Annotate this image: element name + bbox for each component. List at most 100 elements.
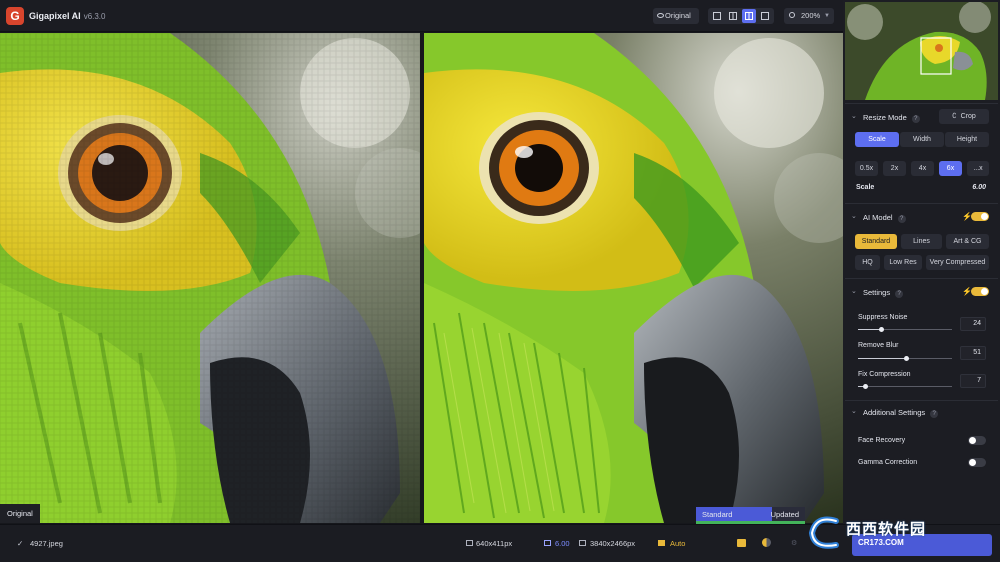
image-size-icon bbox=[466, 540, 473, 546]
zoom-icon bbox=[789, 12, 795, 18]
split-view-button[interactable] bbox=[726, 9, 740, 23]
fix-compression-slider[interactable] bbox=[858, 384, 952, 389]
model-very-compressed-button[interactable]: Very Compressed bbox=[926, 255, 989, 270]
grid-view-button[interactable] bbox=[758, 9, 772, 23]
additional-settings-header[interactable]: ⌄ Additional Settings? bbox=[851, 408, 939, 418]
auto-mode-button[interactable]: Auto bbox=[658, 539, 685, 548]
model-low-res-button[interactable]: Low Res bbox=[884, 255, 922, 270]
show-original-button[interactable]: Original bbox=[653, 8, 699, 24]
suppress-noise-input[interactable]: 24 bbox=[960, 317, 986, 331]
app-logo-icon: G bbox=[6, 7, 24, 25]
original-image-pane[interactable]: Original bbox=[0, 33, 420, 523]
help-icon[interactable]: ? bbox=[930, 410, 939, 418]
ai-model-title: AI Model bbox=[863, 213, 893, 222]
settings-title: Settings bbox=[863, 288, 891, 297]
scale-indicator: 6.00 bbox=[544, 539, 570, 548]
crop-button-label: Crop bbox=[960, 113, 976, 120]
navigator-thumbnail[interactable] bbox=[845, 2, 998, 100]
settings-toggle[interactable] bbox=[971, 287, 989, 296]
fix-compression-input[interactable]: 7 bbox=[960, 374, 986, 388]
checkmark-icon[interactable]: ✓ bbox=[17, 539, 23, 548]
file-name[interactable]: 4927.jpeg bbox=[30, 539, 63, 548]
processing-status-bar: Standard Updated bbox=[696, 507, 805, 524]
output-size-value: 3840x2466px bbox=[590, 539, 636, 548]
grid-view-icon bbox=[761, 12, 769, 20]
scale-label: Scale bbox=[856, 184, 875, 191]
view-mode-group bbox=[708, 8, 774, 24]
gamma-correction-label: Gamma Correction bbox=[858, 459, 918, 466]
model-standard-button[interactable]: Standard bbox=[855, 234, 897, 249]
chevron-down-icon: ⌄ bbox=[851, 288, 857, 295]
app-version: v6.3.0 bbox=[83, 12, 106, 21]
slider-handle[interactable] bbox=[878, 327, 884, 332]
remove-blur-label: Remove Blur bbox=[858, 342, 899, 349]
model-art-cg-button[interactable]: Art & CG bbox=[946, 234, 989, 249]
slider-fill bbox=[858, 358, 906, 359]
app-name: Gigapixel AI bbox=[29, 11, 81, 21]
output-size: 3840x2466px bbox=[579, 539, 635, 548]
ai-model-header[interactable]: ⌄ AI Model? bbox=[851, 213, 906, 223]
original-parrot-image bbox=[0, 33, 420, 523]
input-size: 640x411px bbox=[466, 539, 512, 548]
expand-icon bbox=[544, 540, 551, 546]
scale-2x-button[interactable]: 2x bbox=[883, 161, 906, 176]
face-recovery-toggle[interactable] bbox=[968, 436, 986, 445]
mode-height-button[interactable]: Height bbox=[945, 132, 989, 147]
processing-model-label: Standard bbox=[702, 510, 733, 519]
face-recovery-label: Face Recovery bbox=[858, 437, 906, 444]
scale-indicator-value: 6.00 bbox=[555, 539, 570, 548]
scale-6x-button[interactable]: 6x bbox=[939, 161, 962, 176]
app-title: Gigapixel AI v6.3.0 bbox=[29, 11, 105, 21]
folder-icon[interactable] bbox=[737, 539, 746, 547]
mode-scale-button[interactable]: Scale bbox=[855, 132, 899, 147]
mode-width-button[interactable]: Width bbox=[900, 132, 944, 147]
model-hq-button[interactable]: HQ bbox=[855, 255, 880, 270]
single-view-button[interactable] bbox=[710, 9, 724, 23]
crop-button[interactable]: ∁ Crop bbox=[939, 109, 989, 124]
auto-mode-label: Auto bbox=[670, 539, 686, 548]
side-by-side-view-button[interactable] bbox=[742, 9, 756, 23]
scale-value[interactable]: 6.00 bbox=[958, 184, 986, 191]
ai-model-toggle[interactable] bbox=[971, 212, 989, 221]
model-lines-button[interactable]: Lines bbox=[901, 234, 942, 249]
slider-handle[interactable] bbox=[862, 384, 868, 389]
input-size-value: 640x411px bbox=[476, 539, 513, 548]
eye-icon bbox=[657, 13, 664, 18]
slider-fill bbox=[858, 329, 881, 330]
auto-icon bbox=[658, 540, 665, 546]
help-icon[interactable]: ? bbox=[911, 115, 920, 123]
fix-compression-label: Fix Compression bbox=[858, 371, 911, 378]
split-view-icon bbox=[729, 12, 737, 20]
show-original-label: Original bbox=[665, 11, 691, 20]
sidebar-divider bbox=[845, 400, 998, 401]
sidebar-divider bbox=[845, 103, 998, 104]
watermark-domain: CR173.COM bbox=[858, 538, 904, 547]
contrast-icon[interactable] bbox=[762, 538, 771, 547]
additional-settings-title: Additional Settings bbox=[863, 408, 926, 417]
chevron-down-icon: ⌄ bbox=[851, 213, 857, 220]
gamma-correction-toggle[interactable] bbox=[968, 458, 986, 467]
chevron-down-icon: ⌄ bbox=[851, 408, 857, 415]
suppress-noise-label: Suppress Noise bbox=[858, 314, 908, 321]
remove-blur-slider[interactable] bbox=[858, 356, 952, 361]
watermark-brand: 西西软件园 bbox=[846, 521, 927, 538]
navigator-preview-image bbox=[845, 2, 998, 100]
enhanced-image-pane[interactable] bbox=[424, 33, 843, 523]
settings-icon[interactable]: ⚙ bbox=[791, 539, 797, 547]
zoom-dropdown[interactable]: 200% ▼ bbox=[784, 8, 834, 24]
processing-status-label: Updated bbox=[770, 510, 799, 519]
sidebar-divider bbox=[845, 278, 998, 279]
remove-blur-input[interactable]: 51 bbox=[960, 346, 986, 360]
zoom-value: 200% bbox=[801, 11, 821, 20]
scale-0.5x-button[interactable]: 0.5x bbox=[855, 161, 878, 176]
scale-4x-button[interactable]: 4x bbox=[911, 161, 934, 176]
help-icon[interactable]: ? bbox=[897, 215, 906, 223]
suppress-noise-slider[interactable] bbox=[858, 327, 952, 332]
scale-custom-button[interactable]: ...x bbox=[967, 161, 989, 176]
top-toolbar: G Gigapixel AI v6.3.0 Original 200% ▼ bbox=[0, 0, 843, 32]
help-icon[interactable]: ? bbox=[895, 290, 904, 298]
resize-mode-header[interactable]: ⌄ Resize Mode? bbox=[851, 113, 920, 123]
slider-handle[interactable] bbox=[903, 356, 909, 361]
settings-header[interactable]: ⌄ Settings? bbox=[851, 288, 904, 298]
chevron-down-icon: ▼ bbox=[824, 13, 830, 19]
